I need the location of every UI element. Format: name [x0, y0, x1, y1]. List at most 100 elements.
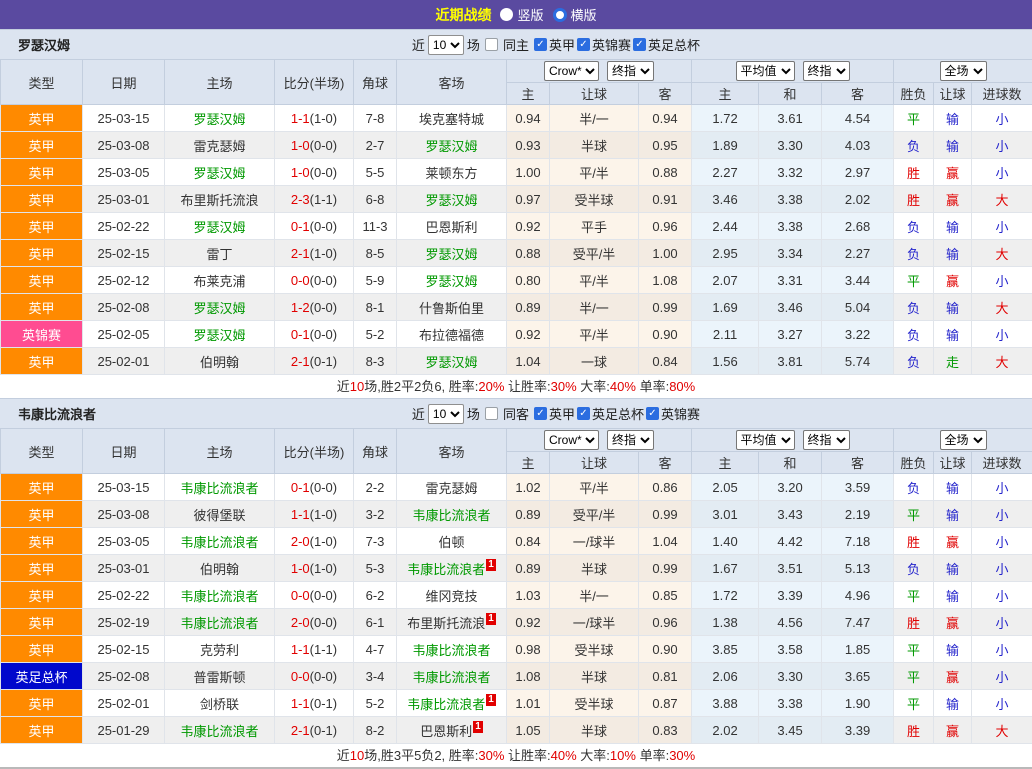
away-team-cell[interactable]: 维冈竞技 [397, 582, 507, 609]
home-team-cell[interactable]: 韦康比流浪者 [165, 582, 275, 609]
odds-time-select[interactable]: 终指 [803, 430, 850, 450]
home-team-cell[interactable]: 韦康比流浪者 [165, 717, 275, 744]
away-team-cell[interactable]: 埃克塞特城 [397, 105, 507, 132]
home-team-cell[interactable]: 雷丁 [165, 240, 275, 267]
team-link[interactable]: 罗瑟汉姆 [425, 274, 477, 289]
team-link[interactable]: 雷克瑟姆 [425, 481, 477, 496]
vertical-radio-label[interactable]: 竖版 [517, 5, 543, 24]
home-team-cell[interactable]: 克劳利 [165, 636, 275, 663]
home-team-cell[interactable]: 剑桥联 [165, 690, 275, 717]
same-venue-checkbox[interactable] [485, 38, 498, 51]
vertical-radio-icon[interactable] [500, 8, 513, 21]
team-link[interactable]: 雷克瑟姆 [193, 139, 245, 154]
team-link[interactable]: 韦康比流浪者 [412, 670, 490, 685]
team-link[interactable]: 莱顿东方 [425, 166, 477, 181]
odds-provider-select[interactable]: 平均值 [736, 430, 795, 450]
match-count-select[interactable]: 10 [428, 404, 464, 424]
team-link[interactable]: 剑桥联 [200, 697, 239, 712]
league-checkbox[interactable] [633, 38, 646, 51]
team-link[interactable]: 雷丁 [206, 247, 232, 262]
team-link[interactable]: 韦康比流浪者 [407, 562, 485, 577]
home-team-cell[interactable]: 布莱克浦 [165, 267, 275, 294]
handicap-provider-select[interactable]: Crow* [544, 61, 599, 81]
away-team-cell[interactable]: 什鲁斯伯里 [397, 294, 507, 321]
team-link[interactable]: 韦康比流浪者 [180, 724, 258, 739]
home-team-cell[interactable]: 布里斯托流浪 [165, 186, 275, 213]
team-link[interactable]: 韦康比流浪者 [412, 643, 490, 658]
away-team-cell[interactable]: 伯顿 [397, 528, 507, 555]
team-link[interactable]: 什鲁斯伯里 [419, 301, 484, 316]
league-checkbox[interactable] [577, 38, 590, 51]
home-team-cell[interactable]: 罗瑟汉姆 [165, 213, 275, 240]
home-team-cell[interactable]: 韦康比流浪者 [165, 528, 275, 555]
handicap-time-select[interactable]: 终指 [607, 61, 654, 81]
horizontal-radio-label[interactable]: 横版 [571, 5, 597, 24]
away-team-cell[interactable]: 韦康比流浪者1 [397, 555, 507, 582]
home-team-cell[interactable]: 伯明翰 [165, 348, 275, 375]
team-link[interactable]: 布里斯托流浪 [180, 193, 258, 208]
handicap-time-select[interactable]: 终指 [607, 430, 654, 450]
team-link[interactable]: 罗瑟汉姆 [425, 355, 477, 370]
same-venue-checkbox[interactable] [485, 407, 498, 420]
team-link[interactable]: 罗瑟汉姆 [193, 220, 245, 235]
team-link[interactable]: 彼得堡联 [193, 508, 245, 523]
team-link[interactable]: 韦康比流浪者 [407, 697, 485, 712]
team-link[interactable]: 罗瑟汉姆 [193, 301, 245, 316]
team-link[interactable]: 罗瑟汉姆 [193, 112, 245, 127]
team-link[interactable]: 韦康比流浪者 [180, 589, 258, 604]
away-team-cell[interactable]: 罗瑟汉姆 [397, 348, 507, 375]
away-team-cell[interactable]: 韦康比流浪者1 [397, 690, 507, 717]
home-team-cell[interactable]: 彼得堡联 [165, 501, 275, 528]
away-team-cell[interactable]: 巴恩斯利1 [397, 717, 507, 744]
home-team-cell[interactable]: 罗瑟汉姆 [165, 159, 275, 186]
team-link[interactable]: 罗瑟汉姆 [425, 139, 477, 154]
league-checkbox[interactable] [534, 38, 547, 51]
horizontal-radio-icon[interactable] [553, 8, 567, 22]
away-team-cell[interactable]: 莱顿东方 [397, 159, 507, 186]
handicap-provider-select[interactable]: Crow* [544, 430, 599, 450]
league-checkbox[interactable] [534, 407, 547, 420]
team-link[interactable]: 布莱克浦 [193, 274, 245, 289]
home-team-cell[interactable]: 雷克瑟姆 [165, 132, 275, 159]
team-link[interactable]: 罗瑟汉姆 [425, 247, 477, 262]
team-link[interactable]: 伯顿 [438, 535, 464, 550]
team-link[interactable]: 韦康比流浪者 [180, 616, 258, 631]
away-team-cell[interactable]: 韦康比流浪者 [397, 636, 507, 663]
away-team-cell[interactable]: 韦康比流浪者 [397, 663, 507, 690]
league-checkbox[interactable] [577, 407, 590, 420]
odds-time-select[interactable]: 终指 [803, 61, 850, 81]
home-team-cell[interactable]: 罗瑟汉姆 [165, 294, 275, 321]
home-team-cell[interactable]: 普雷斯顿 [165, 663, 275, 690]
home-team-cell[interactable]: 罗瑟汉姆 [165, 321, 275, 348]
team-link[interactable]: 罗瑟汉姆 [425, 193, 477, 208]
away-team-cell[interactable]: 巴恩斯利 [397, 213, 507, 240]
team-link[interactable]: 巴恩斯利 [420, 724, 472, 739]
team-link[interactable]: 伯明翰 [200, 355, 239, 370]
odds-provider-select[interactable]: 平均值 [736, 61, 795, 81]
home-team-cell[interactable]: 伯明翰 [165, 555, 275, 582]
away-team-cell[interactable]: 罗瑟汉姆 [397, 186, 507, 213]
home-team-cell[interactable]: 韦康比流浪者 [165, 609, 275, 636]
team-link[interactable]: 巴恩斯利 [425, 220, 477, 235]
team-link[interactable]: 普雷斯顿 [193, 670, 245, 685]
away-team-cell[interactable]: 罗瑟汉姆 [397, 132, 507, 159]
away-team-cell[interactable]: 罗瑟汉姆 [397, 240, 507, 267]
team-link[interactable]: 布拉德福德 [419, 328, 484, 343]
home-team-cell[interactable]: 韦康比流浪者 [165, 474, 275, 501]
team-link[interactable]: 韦康比流浪者 [412, 508, 490, 523]
scope-select[interactable]: 全场 [940, 61, 987, 81]
scope-select[interactable]: 全场 [940, 430, 987, 450]
team-link[interactable]: 罗瑟汉姆 [193, 328, 245, 343]
match-count-select[interactable]: 10 [428, 35, 464, 55]
away-team-cell[interactable]: 韦康比流浪者 [397, 501, 507, 528]
home-team-cell[interactable]: 罗瑟汉姆 [165, 105, 275, 132]
away-team-cell[interactable]: 布里斯托流浪1 [397, 609, 507, 636]
league-checkbox[interactable] [646, 407, 659, 420]
team-link[interactable]: 罗瑟汉姆 [193, 166, 245, 181]
team-link[interactable]: 布里斯托流浪 [407, 616, 485, 631]
team-link[interactable]: 克劳利 [200, 643, 239, 658]
away-team-cell[interactable]: 罗瑟汉姆 [397, 267, 507, 294]
team-link[interactable]: 韦康比流浪者 [180, 535, 258, 550]
team-link[interactable]: 韦康比流浪者 [180, 481, 258, 496]
away-team-cell[interactable]: 雷克瑟姆 [397, 474, 507, 501]
